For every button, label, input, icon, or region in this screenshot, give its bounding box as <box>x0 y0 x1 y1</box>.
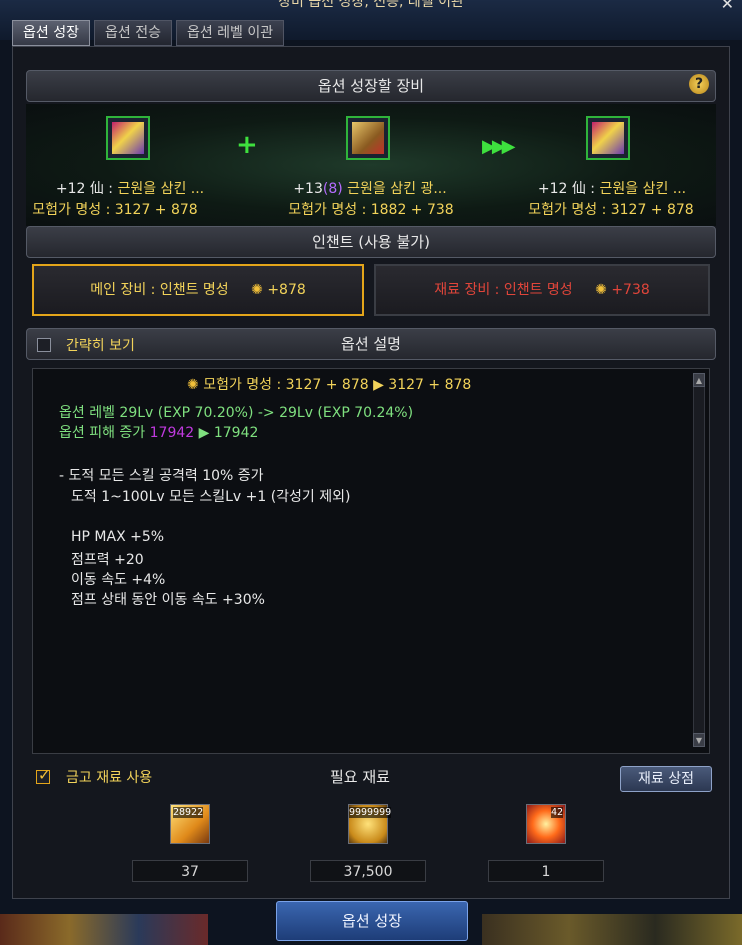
skill-level-line: 도적 1~100Lv 모든 스킬Lv +1 (각성기 제외) <box>71 489 351 505</box>
gold-material-icon[interactable]: 9999999 <box>348 804 392 844</box>
scrollbar[interactable]: ▲ ▼ <box>693 373 705 747</box>
main-equip-icon <box>112 122 144 154</box>
simple-view-label: 간략히 보기 <box>66 338 135 354</box>
main-equip-name: +12 仙 : 근원을 삼킨 ... <box>55 181 205 197</box>
option-damage-line: 옵션 피해 증가 17942 ▶ 17942 <box>59 425 259 441</box>
tab-option-growth[interactable]: 옵션 성장 <box>12 20 90 46</box>
stat-line: HP MAX +5% <box>71 529 165 545</box>
equip-header-label: 옵션 성장할 장비 <box>317 77 425 95</box>
simple-view-checkbox[interactable] <box>37 338 51 352</box>
stat-line: 이동 속도 +4% <box>71 572 166 588</box>
stat-line: 점프력 +20 <box>71 552 144 568</box>
result-equip-icon <box>592 122 624 154</box>
window-title: 장비 옵션 성장, 전승, 레벨 이관 <box>278 0 464 10</box>
fame-sun-icon: ✺ <box>595 282 607 298</box>
material-count: 28922 <box>173 807 204 818</box>
material-qty: 37 <box>132 860 248 882</box>
material-shop-button[interactable]: 재료 상점 <box>620 766 712 792</box>
main-equip-slot[interactable] <box>106 116 150 160</box>
material-equip-icon <box>352 122 384 154</box>
material-enchant-value: +738 <box>611 282 650 298</box>
safe-materials-label: 금고 재료 사용 <box>66 770 153 786</box>
material-equip-name: +13(8) 근원을 삼킨 광... <box>293 181 447 197</box>
material-equip-slot[interactable] <box>346 116 390 160</box>
result-equip-name: +12 仙 : 근원을 삼킨 ... <box>537 181 687 197</box>
desc-header-label: 옵션 설명 <box>341 335 401 353</box>
main-enchant-label: 메인 장비 : 인챈트 명성 <box>90 282 229 298</box>
material-count: 42 <box>550 807 563 818</box>
plus-icon: + <box>236 130 258 160</box>
skill-option-line: - 도적 모든 스킬 공격력 10% 증가 <box>59 468 264 484</box>
tab-option-level-transfer[interactable]: 옵션 레벨 이관 <box>175 20 285 46</box>
close-icon[interactable]: ✕ <box>721 0 734 13</box>
tab-option-transfer[interactable]: 옵션 전승 <box>93 20 172 46</box>
fame-compare-line: ✺ 모험가 명성 : 3127 + 878 ▶ 3127 + 878 <box>187 377 472 393</box>
skill-bar-left <box>0 914 208 945</box>
result-equip-slot[interactable] <box>586 116 630 160</box>
material-enchant-label: 재료 장비 : 인챈트 명성 <box>434 282 573 298</box>
option-growth-button[interactable]: 옵션 성장 <box>276 901 468 941</box>
material-enchant-box: 재료 장비 : 인챈트 명성 ✺ +738 <box>374 264 710 316</box>
fame-sun-icon: ✺ <box>187 377 204 393</box>
required-materials-title: 필요 재료 <box>330 768 390 786</box>
option-level-line: 옵션 레벨 29Lv (EXP 70.20%) -> 29Lv (EXP 70.… <box>59 405 414 421</box>
material-equip-fame: 모험가 명성 : 1882 + 738 <box>288 202 454 218</box>
skill-bar-right <box>482 914 742 945</box>
check-icon: ✓ <box>38 766 51 784</box>
main-enchant-box: 메인 장비 : 인챈트 명성 ✺ +878 <box>32 264 364 316</box>
scroll-up-icon[interactable]: ▲ <box>693 373 705 387</box>
material-qty: 37,500 <box>310 860 426 882</box>
fame-sun-icon: ✺ <box>251 282 263 298</box>
safe-materials-checkbox[interactable]: ✓ <box>36 766 51 784</box>
material-qty: 1 <box>488 860 604 882</box>
gem-material-icon[interactable]: 28922 <box>170 804 210 844</box>
main-equip-fame: 모험가 명성 : 3127 + 878 <box>32 202 198 218</box>
enchant-header: 인챈트 (사용 불가) <box>26 226 716 258</box>
arrow-right-icon: ▶▶▶ <box>482 136 515 157</box>
burst-material-icon[interactable]: 42 <box>526 804 566 844</box>
tab-bar: 옵션 성장 옵션 전승 옵션 레벨 이관 <box>12 20 285 46</box>
main-enchant-value: +878 <box>267 282 306 298</box>
result-equip-fame: 모험가 명성 : 3127 + 878 <box>528 202 694 218</box>
option-description: ✺ 모험가 명성 : 3127 + 878 ▶ 3127 + 878 옵션 레벨… <box>32 368 710 754</box>
help-icon[interactable]: ? <box>689 74 709 94</box>
stat-line: 점프 상태 동안 이동 속도 +30% <box>71 592 265 608</box>
scroll-down-icon[interactable]: ▼ <box>693 733 705 747</box>
material-count: 9999999 <box>349 807 392 818</box>
equip-header: 옵션 성장할 장비 ? <box>26 70 716 102</box>
